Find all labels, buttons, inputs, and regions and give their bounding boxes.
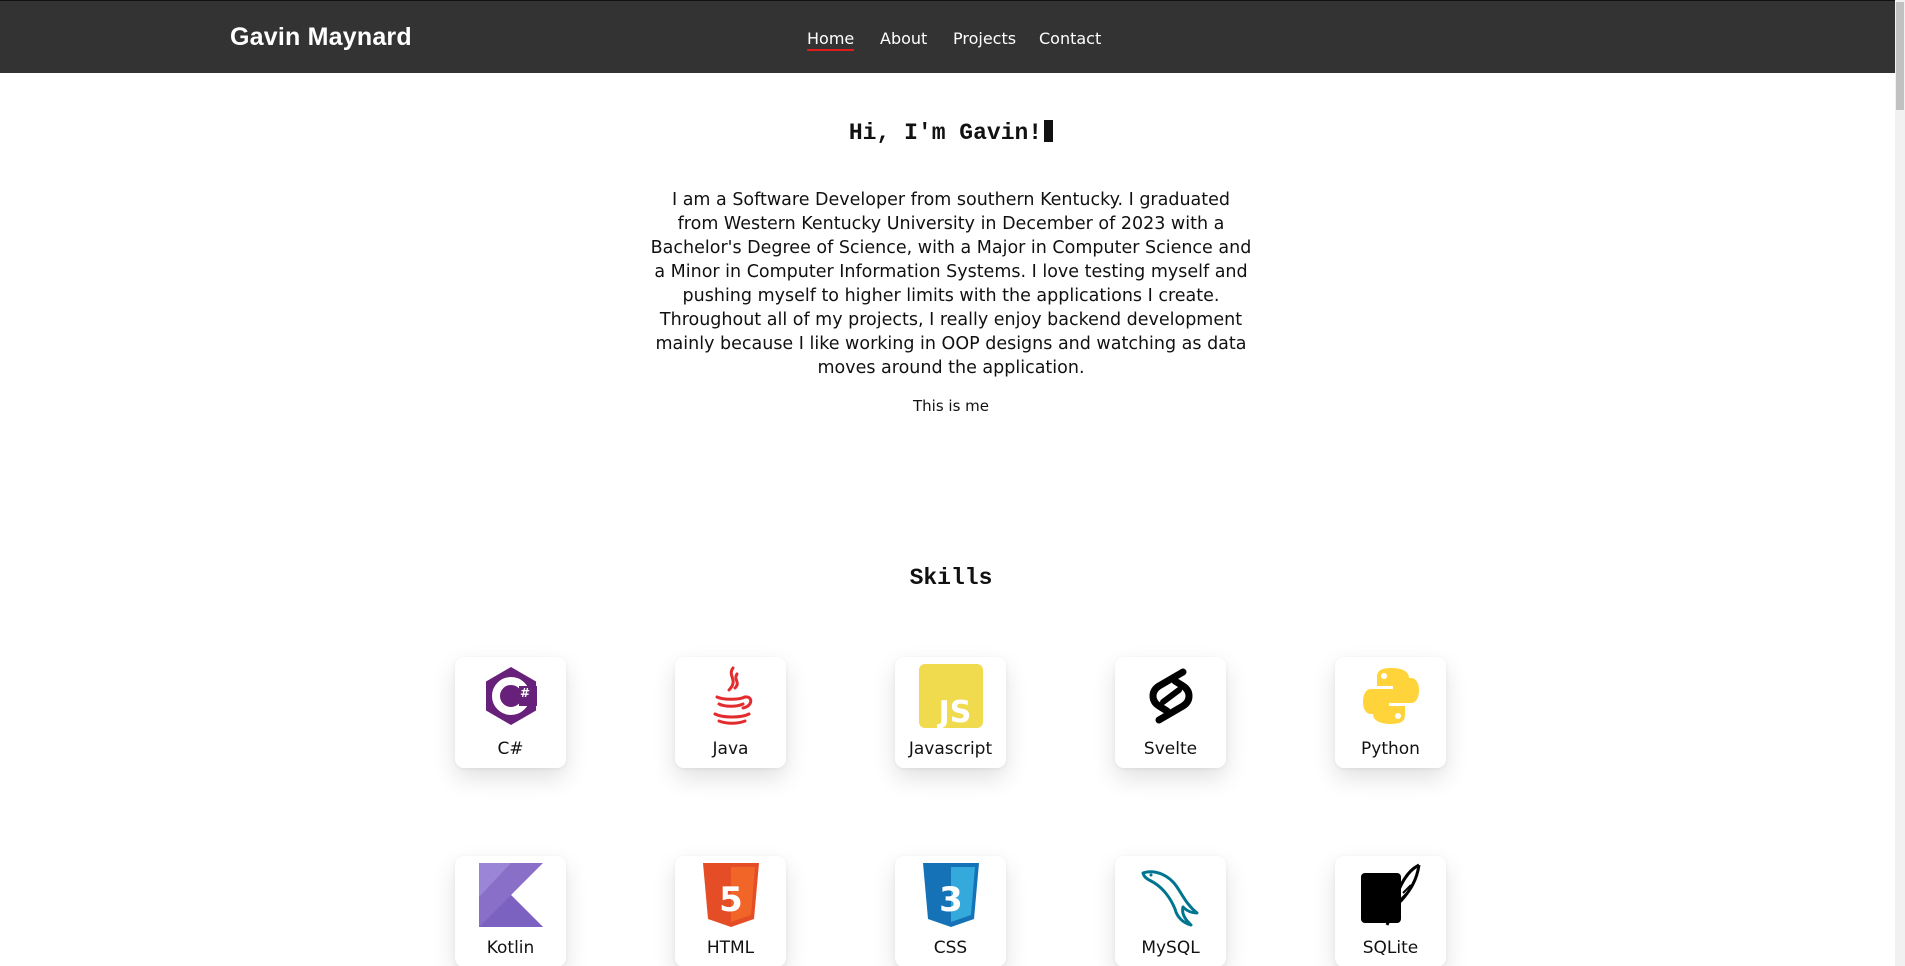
nav-contact[interactable]: Contact bbox=[1039, 29, 1101, 48]
bio-paragraph: I am a Software Developer from southern … bbox=[650, 190, 1252, 378]
csharp-icon: # bbox=[486, 667, 537, 725]
skill-card-html[interactable]: 5 HTML bbox=[675, 856, 786, 966]
svg-text:JS: JS bbox=[937, 695, 972, 728]
java-icon bbox=[713, 666, 753, 725]
nav-home[interactable]: Home bbox=[807, 29, 855, 51]
top-navbar: Gavin Maynard Home About Projects Contac… bbox=[0, 0, 1905, 73]
skill-label: Svelte bbox=[1143, 739, 1198, 759]
svelte-icon bbox=[1149, 668, 1193, 724]
skill-card-csharp[interactable]: # C# bbox=[455, 657, 566, 768]
sqlite-icon bbox=[1361, 863, 1421, 926]
css3-icon: 3 bbox=[923, 863, 979, 927]
nav-about[interactable]: About bbox=[880, 29, 927, 48]
skill-card-kotlin[interactable]: Kotlin bbox=[455, 856, 566, 966]
skill-card-python[interactable]: Python bbox=[1335, 657, 1446, 768]
skill-card-css[interactable]: 3 CSS bbox=[895, 856, 1006, 966]
skill-label: C# bbox=[497, 739, 524, 759]
skill-label: CSS bbox=[933, 938, 968, 958]
skills-heading: Skills bbox=[909, 565, 993, 591]
skill-card-java[interactable]: Java bbox=[675, 657, 786, 768]
skill-card-mysql[interactable]: MySQL bbox=[1115, 856, 1226, 966]
nav-links: Home About Projects Contact bbox=[0, 1, 1905, 74]
svg-text:3: 3 bbox=[939, 880, 963, 920]
skill-card-javascript[interactable]: JS Javascript bbox=[895, 657, 1006, 768]
skill-label: Javascript bbox=[908, 739, 993, 759]
skill-card-sqlite[interactable]: SQLite bbox=[1335, 856, 1446, 966]
python-icon bbox=[1363, 668, 1419, 724]
scrollbar-thumb[interactable] bbox=[1896, 2, 1904, 110]
skill-label: Kotlin bbox=[486, 938, 535, 958]
svg-text:#: # bbox=[520, 686, 530, 700]
kotlin-icon bbox=[479, 863, 543, 927]
nav-projects[interactable]: Projects bbox=[953, 29, 1016, 48]
skill-label: Java bbox=[712, 739, 749, 759]
skill-label: MySQL bbox=[1141, 938, 1200, 958]
skill-card-svelte[interactable]: Svelte bbox=[1115, 657, 1226, 768]
skill-label: Python bbox=[1361, 739, 1420, 759]
skill-label: SQLite bbox=[1362, 938, 1419, 958]
mysql-icon bbox=[1141, 870, 1199, 927]
svg-text:5: 5 bbox=[719, 880, 743, 920]
profile-photo-caption: This is me bbox=[912, 397, 989, 415]
hero-title-text: Hi, I'm Gavin! bbox=[848, 120, 1043, 146]
typing-cursor bbox=[1044, 120, 1054, 142]
javascript-icon: JS bbox=[919, 664, 983, 728]
hero-heading: Hi, I'm Gavin! bbox=[0, 120, 1902, 146]
html5-icon: 5 bbox=[703, 863, 759, 927]
skill-label: HTML bbox=[706, 938, 755, 958]
